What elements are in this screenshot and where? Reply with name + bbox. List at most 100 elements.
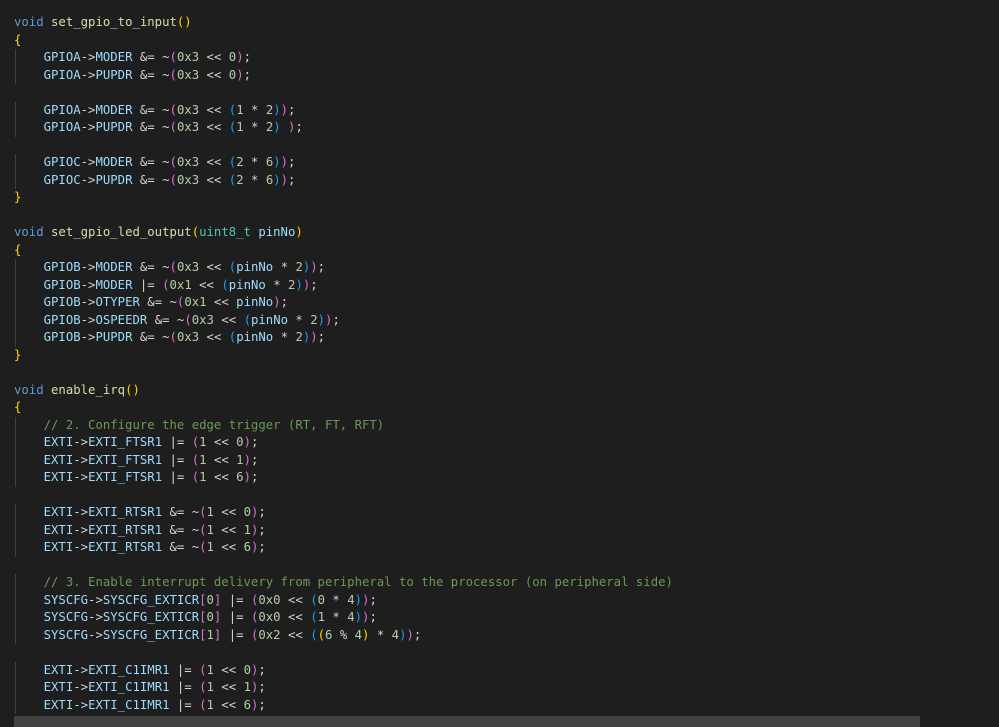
- code-line[interactable]: GPIOB->OTYPER &= ~(0x1 << pinNo);: [14, 294, 673, 312]
- bracket-token: ): [273, 155, 281, 169]
- operator-token: *: [325, 592, 348, 607]
- operator-token: <<: [280, 592, 311, 607]
- operator-token: ;: [243, 67, 251, 82]
- code-line[interactable]: GPIOA->MODER &= ~(0x3 << 0);: [14, 49, 673, 67]
- code-line[interactable]: SYSCFG->SYSCFG_EXTICR[0] |= (0x0 << (0 *…: [14, 591, 673, 609]
- operator-token: ->: [80, 155, 96, 169]
- operator-token: [14, 295, 44, 309]
- number-token: 1: [206, 662, 214, 677]
- operator-token: |=: [221, 627, 251, 642]
- code-line[interactable]: GPIOA->PUPDR &= ~(0x3 << (1 * 2) );: [14, 119, 673, 137]
- code-line[interactable]: GPIOB->PUPDR &= ~(0x3 << (pinNo * 2));: [14, 329, 673, 347]
- vertical-scrollbar-track[interactable]: [985, 0, 999, 727]
- bracket-token: ): [310, 330, 318, 344]
- operator-token: [14, 68, 44, 82]
- number-token: 0x3: [176, 260, 200, 274]
- number-token: 0x1: [184, 295, 207, 309]
- identifier-token: GPIOB: [43, 312, 81, 327]
- operator-token: |=: [162, 452, 192, 467]
- code-line[interactable]: void set_gpio_led_output(uint8_t pinNo): [14, 224, 673, 242]
- bracket-token: (: [199, 697, 207, 712]
- code-line[interactable]: SYSCFG->SYSCFG_EXTICR[0] |= (0x0 << (1 *…: [14, 609, 673, 627]
- code-line[interactable]: EXTI->EXTI_RTSR1 &= ~(1 << 1);: [14, 521, 673, 539]
- bracket-token: (: [199, 662, 207, 677]
- code-area[interactable]: void set_gpio_to_input(){ GPIOA->MODER &…: [14, 14, 673, 714]
- operator-token: ;: [258, 540, 266, 554]
- code-line[interactable]: }: [14, 347, 673, 365]
- number-token: 2: [310, 312, 318, 327]
- code-line[interactable]: [14, 487, 673, 505]
- code-line[interactable]: void enable_irq(): [14, 382, 673, 400]
- bracket-token: ): [406, 627, 414, 642]
- operator-token: &= ~: [132, 260, 170, 274]
- operator-token: <<: [280, 627, 311, 642]
- indent-guide: [15, 609, 16, 627]
- operator-token: |=: [221, 610, 251, 624]
- number-token: 4: [391, 627, 400, 642]
- bracket-token: (: [199, 522, 207, 537]
- code-line[interactable]: EXTI->EXTI_FTSR1 |= (1 << 1);: [14, 451, 673, 469]
- identifier-token: EXTI_RTSR1: [88, 522, 163, 537]
- code-line[interactable]: [14, 137, 673, 155]
- code-line[interactable]: EXTI->EXTI_C1IMR1 |= (1 << 1);: [14, 679, 673, 697]
- code-line[interactable]: EXTI->EXTI_RTSR1 &= ~(1 << 6);: [14, 539, 673, 557]
- code-line[interactable]: GPIOC->MODER &= ~(0x3 << (2 * 6));: [14, 154, 673, 172]
- code-line[interactable]: {: [14, 242, 673, 260]
- code-line[interactable]: [14, 644, 673, 662]
- code-line[interactable]: GPIOC->PUPDR &= ~(0x3 << (2 * 6));: [14, 171, 673, 189]
- operator-token: [14, 523, 44, 537]
- code-line[interactable]: EXTI->EXTI_C1IMR1 |= (1 << 0);: [14, 661, 673, 679]
- operator-token: |=: [169, 697, 200, 712]
- horizontal-scrollbar-thumb[interactable]: [14, 716, 920, 727]
- operator-token: |=: [132, 277, 163, 292]
- bracket-token: ): [295, 225, 303, 239]
- code-line[interactable]: EXTI->EXTI_FTSR1 |= (1 << 0);: [14, 434, 673, 452]
- operator-token: [14, 593, 44, 607]
- code-line[interactable]: {: [14, 32, 673, 50]
- operator-token: ->: [73, 522, 89, 537]
- code-line[interactable]: [14, 364, 673, 382]
- operator-token: ;: [369, 610, 377, 624]
- code-line[interactable]: [14, 84, 673, 102]
- operator-token: ;: [295, 120, 303, 134]
- code-editor[interactable]: void set_gpio_to_input(){ GPIOA->MODER &…: [0, 0, 999, 727]
- operator-token: ->: [73, 662, 89, 677]
- number-token: 1: [206, 540, 214, 554]
- number-token: 4: [347, 592, 355, 607]
- code-line[interactable]: EXTI->EXTI_C1IMR1 |= (1 << 6);: [14, 696, 673, 714]
- bracket-token: [: [199, 627, 207, 642]
- code-line[interactable]: EXTI->EXTI_RTSR1 &= ~(1 << 0);: [14, 504, 673, 522]
- code-line[interactable]: GPIOA->PUPDR &= ~(0x3 << 0);: [14, 66, 673, 84]
- identifier-token: SYSCFG_EXTICR: [102, 592, 200, 607]
- indent-guide: [15, 171, 16, 189]
- code-line[interactable]: void set_gpio_to_input(): [14, 14, 673, 32]
- number-token: 1: [236, 102, 244, 117]
- operator-token: &= ~: [132, 172, 170, 187]
- code-line[interactable]: }: [14, 189, 673, 207]
- operator-token: [14, 418, 44, 432]
- code-line[interactable]: GPIOB->MODER |= (0x1 << (pinNo * 2));: [14, 276, 673, 294]
- function-name-token: set_gpio_to_input: [51, 15, 177, 29]
- operator-token: [14, 698, 44, 712]
- code-line[interactable]: EXTI->EXTI_FTSR1 |= (1 << 6);: [14, 469, 673, 487]
- code-line[interactable]: {: [14, 399, 673, 417]
- code-line[interactable]: [14, 557, 673, 575]
- operator-token: <<: [206, 470, 237, 484]
- operator-token: |=: [221, 592, 251, 607]
- code-line[interactable]: GPIOB->MODER &= ~(0x3 << (pinNo * 2));: [14, 259, 673, 277]
- code-line[interactable]: // 2. Configure the edge trigger (RT, FT…: [14, 416, 673, 434]
- operator-token: [14, 313, 44, 327]
- identifier-token: MODER: [95, 260, 133, 274]
- identifier-token: EXTI: [43, 435, 74, 449]
- operator-token: [14, 435, 44, 449]
- code-line[interactable]: // 3. Enable interrupt delivery from per…: [14, 574, 673, 592]
- identifier-token: SYSCFG_EXTICR: [102, 610, 200, 624]
- code-line[interactable]: GPIOB->OSPEEDR &= ~(0x3 << (pinNo * 2));: [14, 311, 673, 329]
- identifier-token: GPIOC: [43, 155, 81, 169]
- code-line[interactable]: [14, 207, 673, 225]
- identifier-token: GPIOB: [43, 277, 81, 292]
- code-line[interactable]: SYSCFG->SYSCFG_EXTICR[1] |= (0x2 << ((6 …: [14, 626, 673, 644]
- code-line[interactable]: GPIOA->MODER &= ~(0x3 << (1 * 2));: [14, 101, 673, 119]
- identifier-token: PUPDR: [95, 172, 133, 187]
- bracket-token: {: [14, 32, 22, 47]
